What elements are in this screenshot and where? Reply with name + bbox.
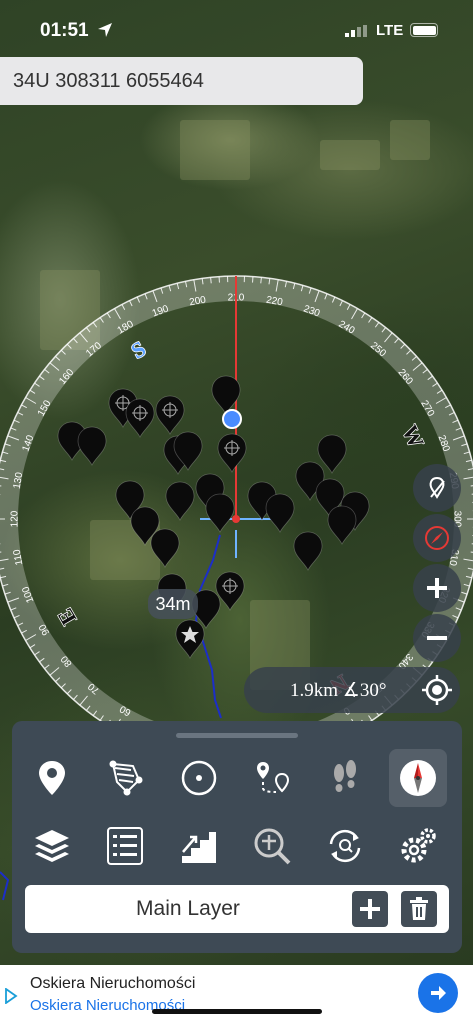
home-indicator	[152, 1009, 322, 1014]
stairs-button[interactable]	[170, 817, 228, 875]
cardinal-west: W	[397, 421, 429, 452]
place-marker-icon	[39, 761, 65, 795]
dial-degree-label: 130	[12, 471, 26, 490]
scale-readout: 1.9km ∡30°	[290, 679, 386, 702]
dial-degree-label: 200	[188, 295, 207, 309]
ad-title[interactable]: Oskiera Nieruchomości	[30, 975, 195, 993]
map-marker[interactable]	[125, 398, 155, 438]
dial-degree-label: 220	[265, 295, 284, 309]
map-marker[interactable]	[217, 433, 247, 473]
map-marker[interactable]	[150, 528, 180, 568]
route-edit-icon	[429, 476, 445, 499]
dial-degree-label: 120	[10, 510, 21, 527]
route-icon	[257, 762, 290, 793]
map-marker[interactable]	[77, 426, 107, 466]
ad-choices-icon[interactable]	[4, 988, 18, 1004]
list-icon	[107, 827, 143, 865]
trash-icon	[410, 897, 428, 920]
track-area-button[interactable]	[96, 749, 154, 807]
network-label: LTE	[376, 22, 404, 39]
settings-button[interactable]	[389, 817, 447, 875]
route-edit-button[interactable]	[413, 464, 461, 512]
status-time: 01:51	[40, 20, 89, 41]
panel-drag-handle[interactable]	[176, 733, 298, 738]
ad-directions-button[interactable]	[418, 973, 458, 1013]
scale-distance: 1.9km	[290, 680, 339, 701]
ad-banner[interactable]	[0, 965, 473, 1024]
zoom-in-button[interactable]	[413, 564, 461, 612]
zoom-out-button[interactable]	[413, 614, 461, 662]
cardinal-east: E	[52, 604, 81, 629]
footprints-button[interactable]	[316, 749, 374, 807]
plus-icon	[360, 899, 380, 919]
place-marker-button[interactable]	[23, 749, 81, 807]
stairs-icon	[182, 832, 216, 863]
zoom-in-icon	[427, 578, 447, 598]
map-marker[interactable]	[155, 395, 185, 435]
compass-button[interactable]	[389, 749, 447, 807]
map-markers[interactable]	[57, 375, 370, 659]
footprints-icon	[334, 760, 356, 792]
circle-point-button[interactable]	[170, 749, 228, 807]
sync-button[interactable]	[316, 817, 374, 875]
map-marker[interactable]	[165, 481, 195, 521]
layer-name[interactable]: Main Layer	[25, 885, 351, 933]
distance-label: 34m	[148, 589, 198, 619]
list-button[interactable]	[96, 817, 154, 875]
locate-button[interactable]	[413, 666, 461, 714]
compass-needle-icon	[425, 526, 449, 550]
signal-icon	[345, 25, 367, 37]
location-arrow-icon	[98, 23, 112, 37]
current-location	[222, 409, 242, 429]
coordinates-readout[interactable]: 34U 308311 6055464	[0, 57, 363, 105]
delete-layer-button[interactable]	[401, 891, 437, 927]
directions-arrow-icon	[431, 986, 446, 1000]
add-layer-button[interactable]	[352, 891, 388, 927]
map-marker[interactable]	[265, 493, 295, 533]
map-marker[interactable]	[293, 531, 323, 571]
zoom-pin-button[interactable]	[243, 817, 301, 875]
locate-icon	[422, 675, 452, 705]
map-marker[interactable]	[327, 505, 357, 545]
scale-angle: ∡30°	[342, 680, 387, 701]
star-marker[interactable]	[175, 619, 205, 659]
zoom-out-icon	[427, 636, 447, 640]
zoom-pin-icon	[254, 828, 291, 865]
layers-button[interactable]	[23, 817, 81, 875]
compass-needle-button[interactable]	[413, 514, 461, 562]
map-marker[interactable]	[205, 493, 235, 533]
route-button[interactable]	[243, 749, 301, 807]
dial-degree-label: 110	[12, 548, 26, 566]
sync-icon	[329, 829, 361, 863]
track-area-icon	[109, 760, 143, 796]
map-marker[interactable]	[317, 434, 347, 474]
cardinal-south: S	[127, 336, 150, 364]
layers-icon	[35, 830, 69, 862]
circle-point-icon	[181, 760, 217, 796]
settings-icon	[401, 828, 436, 863]
battery-icon	[410, 23, 438, 37]
compass-icon	[400, 760, 436, 796]
